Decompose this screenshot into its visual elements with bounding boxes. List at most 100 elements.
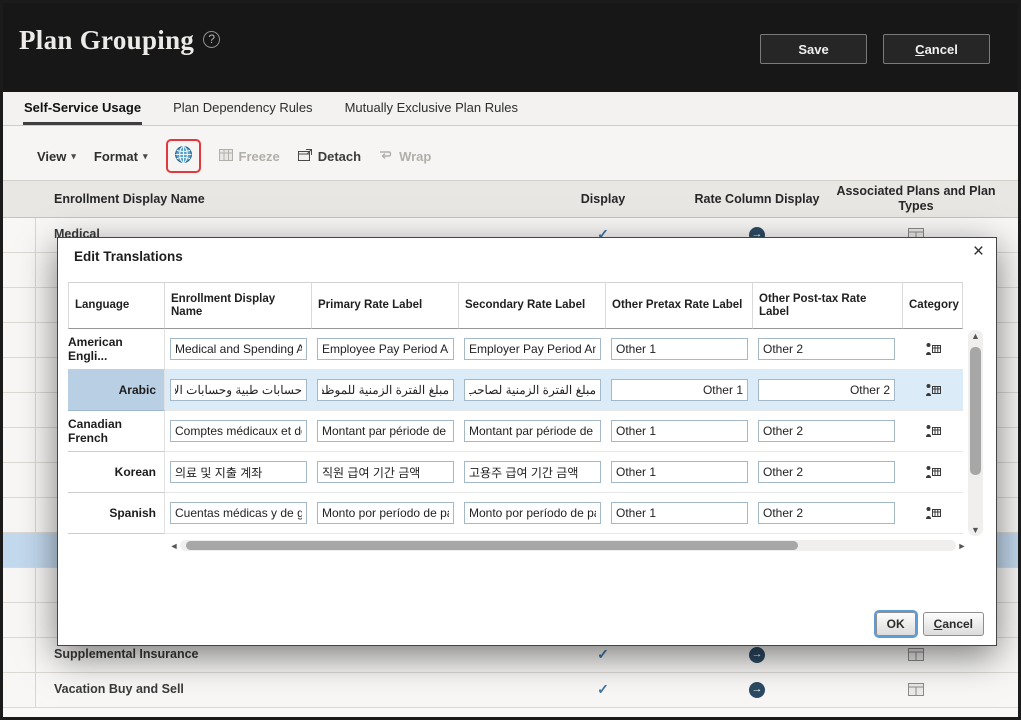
other-posttax-rate-label-input[interactable] <box>758 338 895 360</box>
freeze-label: Freeze <box>239 149 280 164</box>
primary-rate-label-input[interactable] <box>317 461 454 483</box>
associated-plans-icon[interactable] <box>830 648 1002 661</box>
column-header-primary-rate-label: Primary Rate Label <box>312 282 459 329</box>
primary-rate-cell <box>312 329 459 370</box>
enrollment-display-name-input[interactable] <box>170 502 307 524</box>
cancel-label-rest: ancel <box>942 617 973 631</box>
rate-column-display-cell[interactable]: → <box>677 682 837 698</box>
close-icon[interactable]: × <box>973 242 984 261</box>
scroll-up-icon[interactable]: ▲ <box>968 331 983 341</box>
detach-icon <box>298 149 312 164</box>
column-header-rate-column-display: Rate Column Display <box>677 192 837 206</box>
secondary-rate-label-input[interactable] <box>464 338 601 360</box>
enrollment-cell <box>165 370 312 411</box>
category-cell[interactable] <box>903 329 963 370</box>
wrap-button[interactable]: Wrap <box>379 149 431 164</box>
other-pretax-rate-label-input[interactable] <box>611 461 748 483</box>
secondary-rate-label-input[interactable] <box>464 379 601 401</box>
format-menu[interactable]: Format ▾ <box>94 149 148 164</box>
enrollment-display-name-input[interactable] <box>170 461 307 483</box>
scroll-right-icon[interactable]: ► <box>956 541 968 551</box>
other-posttax-cell <box>753 452 903 493</box>
chevron-down-icon: ▾ <box>71 151 76 162</box>
enrollment-display-name-input[interactable] <box>170 379 307 401</box>
secondary-rate-label-input[interactable] <box>464 461 601 483</box>
category-cell[interactable] <box>903 411 963 452</box>
primary-rate-label-input[interactable] <box>317 379 454 401</box>
tab-plan-dependency-rules[interactable]: Plan Dependency Rules <box>172 92 313 125</box>
other-posttax-rate-label-input[interactable] <box>758 502 895 524</box>
table-row[interactable]: Vacation Buy and Sell ✓ → <box>3 673 1018 708</box>
primary-rate-label-input[interactable] <box>317 420 454 442</box>
view-menu-label: View <box>37 149 66 164</box>
row-gutter <box>3 498 36 532</box>
other-posttax-rate-label-input[interactable] <box>758 379 895 401</box>
column-header-other-pretax-rate-label: Other Pretax Rate Label <box>606 282 753 329</box>
other-pretax-rate-label-input[interactable] <box>611 338 748 360</box>
cancel-button[interactable]: Cancel <box>883 34 990 64</box>
scrollbar-thumb[interactable] <box>186 541 798 550</box>
app-window: Plan Grouping ? Save Cancel Self-Service… <box>0 0 1021 720</box>
translations-table: Language Enrollment Display Name Primary… <box>68 282 963 534</box>
other-posttax-cell <box>753 493 903 534</box>
scroll-down-icon[interactable]: ▼ <box>968 525 983 535</box>
row-gutter <box>3 533 36 567</box>
table-header: Enrollment Display Name Display Rate Col… <box>3 180 1018 218</box>
enrollment-display-name-input[interactable] <box>170 338 307 360</box>
help-icon[interactable]: ? <box>203 31 220 48</box>
category-cell[interactable] <box>903 493 963 534</box>
category-icon <box>925 342 941 356</box>
row-gutter <box>3 428 36 462</box>
cancel-accesskey: C <box>934 617 943 631</box>
vertical-scrollbar[interactable]: ▲ ▼ <box>968 330 983 536</box>
primary-rate-label-input[interactable] <box>317 338 454 360</box>
scroll-left-icon[interactable]: ◄ <box>168 541 180 551</box>
rate-column-display-cell[interactable]: → <box>677 647 837 663</box>
other-pretax-rate-label-input[interactable] <box>611 420 748 442</box>
category-cell[interactable] <box>903 370 963 411</box>
other-pretax-cell <box>606 493 753 534</box>
format-menu-label: Format <box>94 149 138 164</box>
dialog-cancel-button[interactable]: Cancel <box>923 612 984 636</box>
detach-button[interactable]: Detach <box>298 149 361 164</box>
category-cell[interactable] <box>903 452 963 493</box>
freeze-button[interactable]: Freeze <box>219 149 280 164</box>
other-posttax-rate-label-input[interactable] <box>758 420 895 442</box>
enrollment-display-name-input[interactable] <box>170 420 307 442</box>
primary-rate-label-input[interactable] <box>317 502 454 524</box>
column-header-other-posttax-rate-label: Other Post-tax Rate Label <box>753 282 903 329</box>
language-cell: Korean <box>68 452 165 493</box>
row-gutter <box>3 638 36 672</box>
secondary-rate-label-input[interactable] <box>464 420 601 442</box>
enrollment-cell <box>165 452 312 493</box>
language-cell: Canadian French <box>68 411 165 452</box>
column-header-category: Category <box>903 282 963 329</box>
language-cell: Arabic <box>68 370 165 411</box>
scrollbar-thumb[interactable] <box>970 347 981 475</box>
row-gutter <box>3 218 36 252</box>
detach-label: Detach <box>318 149 361 164</box>
column-header-enrollment-display-name: Enrollment Display Name <box>54 192 205 206</box>
view-menu[interactable]: View ▾ <box>37 149 76 164</box>
other-posttax-rate-label-input[interactable] <box>758 461 895 483</box>
page-title: Plan Grouping <box>19 25 194 56</box>
other-pretax-rate-label-input[interactable] <box>611 502 748 524</box>
primary-rate-cell <box>312 370 459 411</box>
other-pretax-rate-label-input[interactable] <box>611 379 748 401</box>
scrollbar-track[interactable] <box>180 540 956 551</box>
translations-globe-icon[interactable] <box>174 145 193 167</box>
horizontal-scrollbar[interactable]: ◄ ► <box>168 538 968 553</box>
secondary-rate-label-input[interactable] <box>464 502 601 524</box>
column-header-display: Display <box>563 192 643 206</box>
tab-self-service-usage[interactable]: Self-Service Usage <box>23 92 142 125</box>
other-posttax-cell <box>753 411 903 452</box>
display-check-icon: ✓ <box>563 646 643 663</box>
row-gutter <box>3 253 36 287</box>
row-gutter <box>3 463 36 497</box>
other-pretax-cell <box>606 370 753 411</box>
freeze-icon <box>219 149 233 164</box>
ok-button[interactable]: OK <box>876 612 916 636</box>
tab-mutually-exclusive-plan-rules[interactable]: Mutually Exclusive Plan Rules <box>344 92 519 125</box>
save-button[interactable]: Save <box>760 34 867 64</box>
associated-plans-icon[interactable] <box>830 683 1002 696</box>
